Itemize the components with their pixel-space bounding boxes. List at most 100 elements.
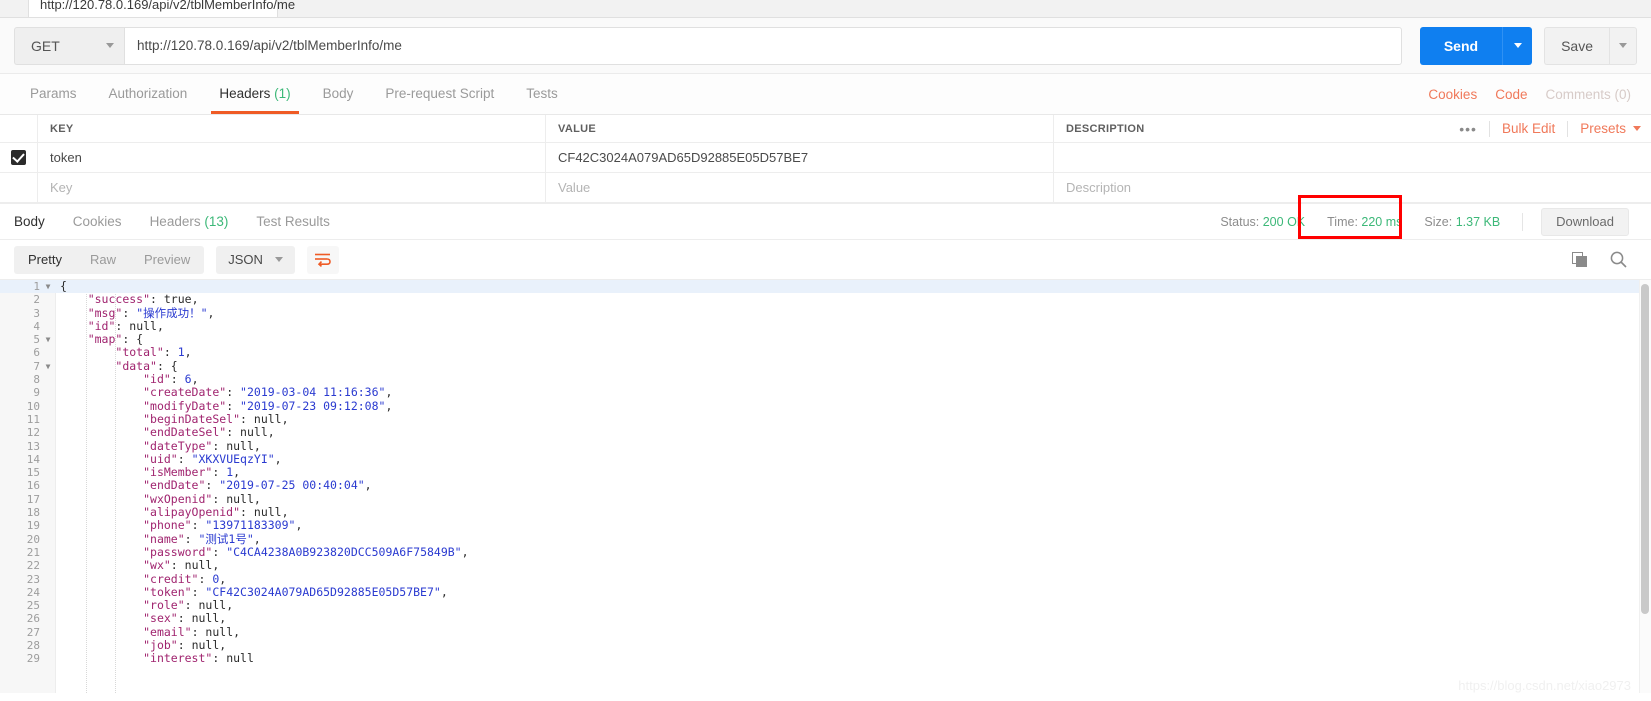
table-empty-row: Key Value Description	[0, 173, 1651, 203]
code-link[interactable]: Code	[1495, 87, 1527, 102]
token-k: "wxOpenid"	[143, 491, 213, 506]
empty-description-input[interactable]: Description	[1054, 173, 1651, 202]
response-tab-cookies[interactable]: Cookies	[59, 204, 136, 240]
cookies-link[interactable]: Cookies	[1428, 87, 1477, 102]
code-text: "endDate": "2019-07-25 00:40:04",	[56, 479, 372, 492]
row-description-cell[interactable]	[1054, 143, 1651, 172]
token-k: "total"	[115, 345, 164, 360]
token-p: ,	[281, 505, 289, 520]
token-p: :	[226, 385, 241, 400]
line-number: 10	[26, 399, 40, 413]
header-enabled-checkbox[interactable]	[11, 150, 26, 165]
row-key-cell[interactable]: token	[38, 143, 546, 172]
line-number: 19	[26, 519, 40, 533]
fold-toggle-icon[interactable]: ▼	[40, 280, 56, 293]
response-body-editor[interactable]: 1 ▼{2 "success": true, 3 "msg": "操作成功！", 4 …	[0, 279, 1651, 693]
token-b: null	[226, 438, 254, 453]
divider	[1522, 212, 1524, 231]
token-p: ,	[274, 451, 282, 466]
comments-link[interactable]: Comments (0)	[1545, 87, 1631, 102]
token-b: null	[129, 318, 157, 333]
response-tabs: Body Cookies Headers (13) Test Results S…	[0, 203, 1651, 239]
tab-pre-request-script[interactable]: Pre-request Script	[369, 74, 510, 114]
view-preview[interactable]: Preview	[130, 246, 204, 274]
tab-tests[interactable]: Tests	[510, 74, 574, 114]
tab-headers[interactable]: Headers (1)	[203, 74, 306, 114]
copy-icon[interactable]	[1572, 251, 1588, 268]
more-options-icon[interactable]: •••	[1459, 121, 1477, 137]
row-value-cell[interactable]: CF42C3024A079AD65D92885E05D57BE7	[546, 143, 1054, 172]
save-options-button[interactable]	[1609, 26, 1637, 65]
search-icon[interactable]	[1610, 251, 1627, 268]
token-p: ,	[364, 478, 372, 493]
token-p: : {	[156, 358, 178, 373]
send-options-button[interactable]	[1502, 26, 1533, 65]
token-p: ,	[184, 345, 192, 360]
save-button[interactable]: Save	[1544, 26, 1609, 65]
token-p: ,	[461, 544, 469, 559]
code-text: "beginDateSel": null,	[56, 412, 288, 426]
download-button[interactable]: Download	[1541, 207, 1629, 236]
fold-toggle-icon[interactable]: ▼	[40, 333, 56, 346]
code-content[interactable]: 1 ▼{2 "success": true, 3 "msg": "操作成功！", 4 …	[0, 280, 1651, 666]
token-k: "uid"	[143, 451, 178, 466]
presets-button[interactable]: Presets	[1580, 121, 1626, 136]
tab-label: Authorization	[108, 86, 188, 101]
tab-body[interactable]: Body	[307, 74, 370, 114]
response-body-toolbar: Pretty Raw Preview JSON	[0, 239, 1651, 279]
token-k: "name"	[143, 531, 185, 546]
token-p: :	[212, 651, 227, 666]
tab-params[interactable]: Params	[14, 74, 93, 114]
token-k: "sex"	[143, 611, 178, 626]
fold-toggle-icon[interactable]: ▼	[40, 360, 56, 373]
token-p: :	[212, 465, 227, 480]
status-label: Status:	[1220, 214, 1260, 229]
code-text: "id": 6,	[56, 372, 199, 387]
token-b: null	[191, 611, 220, 626]
token-p: :	[177, 638, 192, 653]
token-p: ,	[191, 372, 199, 387]
code-text: "total": 1,	[56, 345, 192, 360]
line-number: 25	[26, 599, 40, 613]
editor-scrollbar-thumb[interactable]	[1641, 284, 1649, 614]
empty-key-input[interactable]: Key	[38, 173, 546, 202]
token-p: ,	[233, 624, 241, 639]
line-number: 4	[33, 319, 40, 333]
token-p: ,	[253, 438, 261, 453]
http-method-select[interactable]: GET	[14, 26, 124, 65]
code-text: "data": {	[56, 358, 178, 373]
token-p: ,	[295, 518, 303, 533]
view-pretty[interactable]: Pretty	[14, 246, 76, 274]
response-tab-headers[interactable]: Headers (13)	[136, 204, 243, 240]
response-tab-test-results[interactable]: Test Results	[242, 204, 344, 240]
tab-label: Test Results	[256, 213, 330, 229]
token-k: "msg"	[87, 305, 123, 320]
url-input[interactable]: http://120.78.0.169/api/v2/tblMemberInfo…	[124, 26, 1402, 65]
tab-authorization[interactable]: Authorization	[93, 74, 204, 114]
response-tab-body[interactable]: Body	[14, 204, 59, 240]
word-wrap-button[interactable]	[306, 245, 339, 274]
token-k: "isMember"	[143, 465, 213, 480]
line-number: 15	[26, 466, 40, 480]
token-b: null	[184, 558, 213, 573]
token-k: "createDate"	[143, 385, 227, 400]
body-toolbar-actions	[1572, 251, 1637, 268]
bulk-edit-button[interactable]: Bulk Edit	[1502, 121, 1555, 136]
code-line: 15 "isMember": 1,	[0, 465, 1651, 480]
token-p: : {	[122, 332, 144, 347]
view-raw[interactable]: Raw	[76, 246, 130, 274]
token-p: :	[240, 505, 254, 520]
code-line: 23 "credit": 0,	[0, 572, 1651, 586]
column-header-description: DESCRIPTION	[1066, 122, 1145, 135]
body-format-select[interactable]: JSON	[216, 245, 295, 274]
send-button[interactable]: Send	[1419, 26, 1503, 65]
empty-value-input[interactable]: Value	[546, 173, 1054, 202]
time-value: 220 ms	[1361, 214, 1403, 229]
line-number: 1	[33, 280, 40, 293]
editor-scrollbar[interactable]	[1639, 280, 1651, 693]
